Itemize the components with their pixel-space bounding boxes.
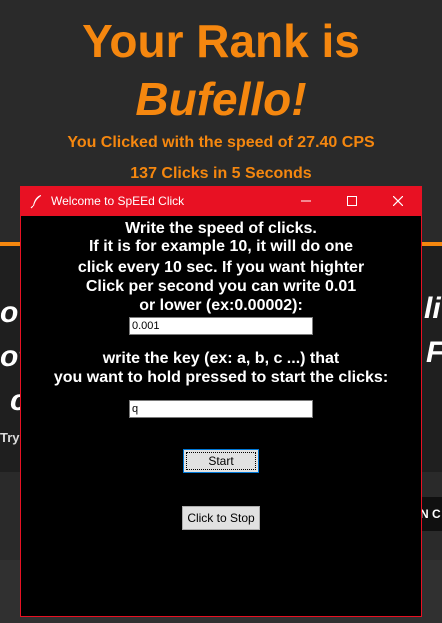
close-icon [393, 196, 403, 206]
speed-instruction-line-5: or lower (ex:0.00002): [139, 297, 303, 314]
window-content: Write the speed of clicks. If it is for … [21, 216, 421, 616]
key-instruction-line-2: you want to hold pressed to start the cl… [53, 369, 389, 386]
partial-try-text: Try [0, 430, 20, 445]
key-input[interactable]: q [129, 400, 313, 418]
window-title: Welcome to SpEEd Click [51, 194, 185, 208]
maximize-icon [347, 196, 357, 206]
feather-icon [30, 195, 41, 209]
partial-text-right-2: F [426, 336, 442, 370]
maximize-button[interactable] [329, 186, 375, 216]
speed-instruction-line-3: click every 10 sec. If you want highter [77, 259, 365, 276]
key-instruction-line-1: write the key (ex: a, b, c ...) that [102, 350, 340, 367]
partial-text-right-1: li [424, 292, 441, 325]
rank-heading: Your Rank is [82, 15, 360, 67]
minimize-button[interactable] [283, 186, 329, 216]
speed-click-window: Welcome to SpEEd Click Write the speed o… [20, 186, 422, 617]
speed-instruction-line-4: Click per second you can write 0.01 [85, 278, 357, 295]
close-button[interactable] [375, 186, 421, 216]
partial-text-left-1: o [0, 296, 19, 329]
speed-instruction-line-2: If it is for example 10, it will do one [88, 238, 354, 255]
speed-instruction-line-1: Write the speed of clicks. [125, 220, 317, 237]
speed-input[interactable]: 0.001 [129, 317, 313, 335]
rank-name: Bufello! [135, 73, 307, 125]
start-button[interactable]: Start [183, 449, 259, 473]
stop-button[interactable]: Click to Stop [182, 506, 260, 530]
window-titlebar[interactable]: Welcome to SpEEd Click [21, 186, 421, 216]
clicks-result: 137 Clicks in 5 Seconds [130, 165, 312, 182]
minimize-icon [301, 200, 311, 202]
speed-result: You Clicked with the speed of 27.40 CPS [67, 134, 375, 151]
